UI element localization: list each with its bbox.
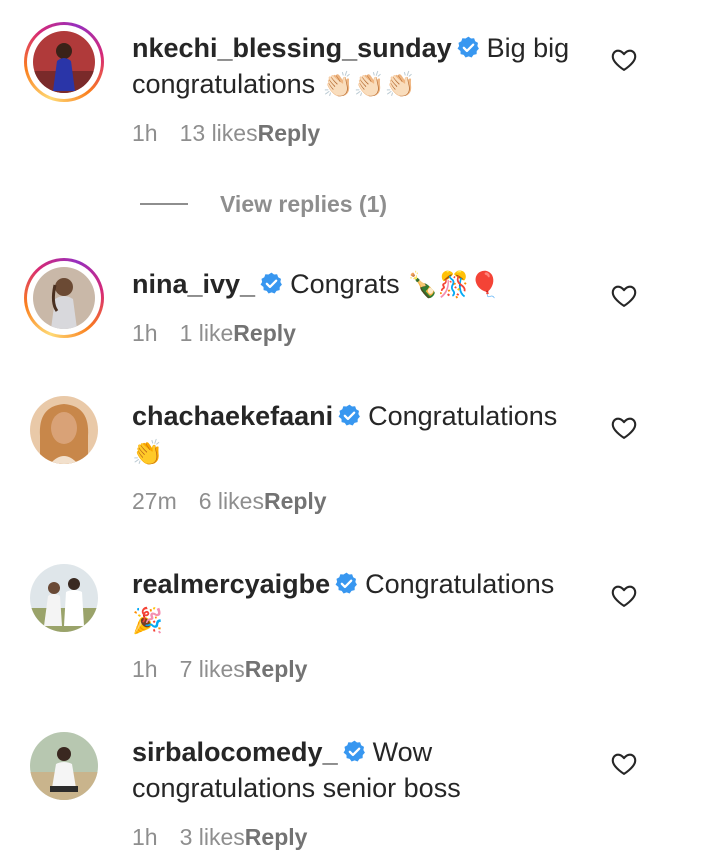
avatar — [30, 564, 98, 632]
emoji: 🎉 — [132, 606, 164, 635]
comment-text: nkechi_blessing_sunday Big big congratula… — [132, 30, 592, 103]
comment-meta: 1h 7 likesReply — [132, 656, 307, 683]
avatar-with-story-ring[interactable] — [24, 22, 104, 102]
like-count[interactable]: 1 like — [180, 320, 234, 346]
username[interactable]: sirbalocomedy_ — [132, 737, 338, 767]
comment-body: Congrats — [290, 269, 400, 299]
heart-icon[interactable] — [610, 282, 638, 310]
comment-time: 1h — [132, 120, 158, 146]
emoji: 🍾🎊🎈 — [407, 270, 501, 299]
comment-meta: 27m 6 likesReply — [132, 488, 327, 515]
comment-meta: 1h 1 likeReply — [132, 320, 296, 347]
heart-icon[interactable] — [610, 582, 638, 610]
like-count[interactable]: 3 likes — [180, 824, 245, 850]
verified-badge-icon — [343, 740, 365, 762]
reply-button[interactable]: Reply — [258, 120, 321, 146]
divider — [140, 203, 188, 205]
verified-badge-icon — [335, 572, 358, 594]
username[interactable]: nkechi_blessing_sunday — [132, 33, 452, 63]
comment-text: realmercyaigbe Congratulations 🎉 — [132, 566, 592, 639]
like-count[interactable]: 6 likes — [199, 488, 264, 514]
emoji: 👏🏻👏🏻👏🏻 — [322, 70, 417, 99]
avatar — [33, 31, 95, 93]
avatar — [30, 732, 98, 800]
reply-button[interactable]: Reply — [233, 320, 296, 346]
avatar-wrapper[interactable] — [24, 726, 104, 806]
avatar-wrapper[interactable] — [24, 558, 104, 638]
heart-icon[interactable] — [610, 414, 638, 442]
comment-body: Congratulations — [368, 401, 558, 431]
comment-body: Congratulations — [365, 569, 555, 599]
verified-badge-icon — [338, 404, 361, 426]
view-replies-label: View replies (1) — [220, 190, 388, 217]
verified-badge-icon — [457, 36, 479, 58]
avatar-with-story-ring[interactable] — [24, 258, 104, 338]
reply-button[interactable]: Reply — [245, 656, 308, 682]
avatar-wrapper[interactable] — [24, 390, 104, 470]
heart-icon[interactable] — [610, 46, 638, 74]
username[interactable]: chachaekefaani — [132, 401, 333, 431]
comment-text: nina_ivy_ Congrats 🍾🎊🎈 — [132, 266, 592, 303]
comment-text: chachaekefaani Congratulations 👏 — [132, 398, 592, 471]
comment-time: 1h — [132, 320, 158, 346]
comment-time: 27m — [132, 488, 177, 514]
view-replies-button[interactable]: View replies (1) — [140, 189, 387, 219]
avatar — [33, 267, 95, 329]
comment-time: 1h — [132, 656, 158, 682]
comment-time: 1h — [132, 824, 158, 850]
reply-button[interactable]: Reply — [264, 488, 327, 514]
username[interactable]: realmercyaigbe — [132, 569, 330, 599]
heart-icon[interactable] — [610, 750, 638, 778]
like-count[interactable]: 7 likes — [180, 656, 245, 682]
reply-button[interactable]: Reply — [245, 824, 308, 850]
like-count[interactable]: 13 likes — [180, 120, 258, 146]
username[interactable]: nina_ivy_ — [132, 269, 255, 299]
comment-meta: 1h 3 likesReply — [132, 824, 307, 851]
avatar — [30, 396, 98, 464]
comment-meta: 1h 13 likesReply — [132, 120, 320, 147]
emoji: 👏 — [132, 438, 164, 467]
comment-text: sirbalocomedy_ Wow congratulations senior… — [132, 734, 592, 806]
verified-badge-icon — [260, 272, 282, 294]
